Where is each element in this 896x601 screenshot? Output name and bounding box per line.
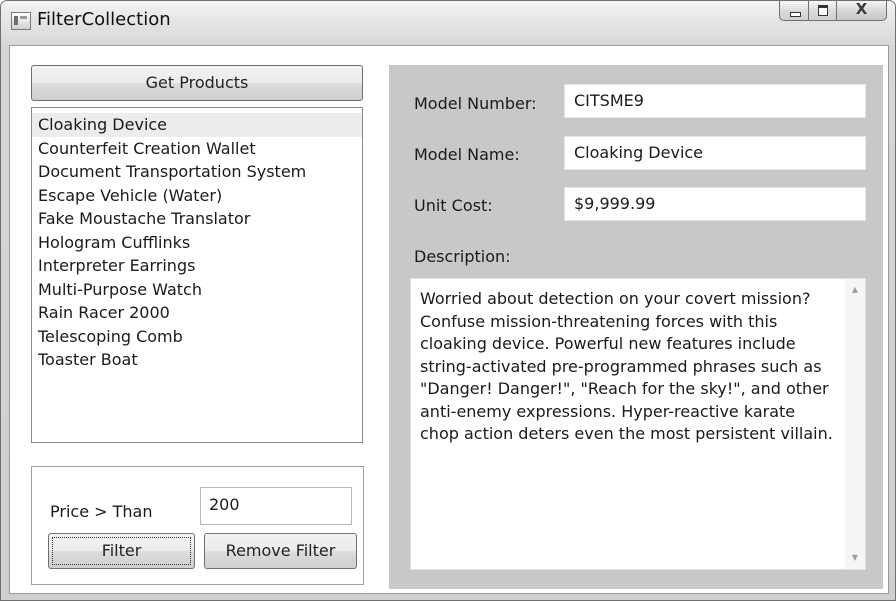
list-item[interactable]: Multi-Purpose Watch xyxy=(32,278,362,302)
description-field[interactable]: Worried about detection on your covert m… xyxy=(410,278,866,570)
list-item[interactable]: Interpreter Earrings xyxy=(32,254,362,278)
description-text: Worried about detection on your covert m… xyxy=(420,289,833,443)
price-input[interactable]: 200 xyxy=(200,487,352,525)
list-item[interactable]: Rain Racer 2000 xyxy=(32,301,362,325)
model-name-label: Model Name: xyxy=(414,145,520,164)
filter-panel: Price > Than 200 Filter Remove Filter xyxy=(31,466,364,585)
window-title: FilterCollection xyxy=(37,9,171,30)
list-item[interactable]: Hologram Cufflinks xyxy=(32,231,362,255)
minimize-button[interactable] xyxy=(779,1,809,21)
unit-cost-field[interactable]: $9,999.99 xyxy=(564,187,866,221)
title-bar[interactable]: FilterCollection X xyxy=(1,1,895,45)
model-name-field[interactable]: Cloaking Device xyxy=(564,136,866,170)
app-icon[interactable] xyxy=(11,12,31,30)
close-button[interactable]: X xyxy=(837,1,887,21)
model-number-field[interactable]: CITSME9 xyxy=(564,84,866,118)
list-item[interactable]: Toaster Boat xyxy=(32,348,362,372)
close-icon: X xyxy=(855,0,868,18)
app-window: FilterCollection X Get Products Cloaking… xyxy=(0,0,896,601)
list-item[interactable]: Counterfeit Creation Wallet xyxy=(32,137,362,161)
left-panel: Get Products Cloaking Device Counterfeit … xyxy=(10,46,386,593)
list-item[interactable]: Telescoping Comb xyxy=(32,325,362,349)
list-item[interactable]: Cloaking Device xyxy=(32,113,362,137)
details-panel: Model Number: CITSME9 Model Name: Cloaki… xyxy=(389,65,883,589)
caption-buttons: X xyxy=(779,1,887,23)
list-item[interactable]: Fake Moustache Translator xyxy=(32,207,362,231)
model-number-label: Model Number: xyxy=(414,94,537,113)
list-item[interactable]: Escape Vehicle (Water) xyxy=(32,184,362,208)
maximize-button[interactable] xyxy=(809,1,837,21)
minimize-icon xyxy=(790,12,801,17)
price-label: Price > Than xyxy=(50,502,153,521)
get-products-button[interactable]: Get Products xyxy=(31,65,363,101)
client-area: Get Products Cloaking Device Counterfeit … xyxy=(9,45,889,594)
maximize-icon xyxy=(818,5,828,16)
remove-filter-button[interactable]: Remove Filter xyxy=(204,533,357,569)
focus-rectangle xyxy=(52,537,191,565)
scroll-up-icon[interactable]: ▲ xyxy=(845,281,865,299)
list-item[interactable]: Document Transportation System xyxy=(32,160,362,184)
description-scrollbar[interactable]: ▲ ▼ xyxy=(845,279,865,569)
product-list[interactable]: Cloaking Device Counterfeit Creation Wall… xyxy=(31,107,363,443)
unit-cost-label: Unit Cost: xyxy=(414,196,493,215)
description-label: Description: xyxy=(414,247,511,266)
filter-button[interactable]: Filter xyxy=(48,533,195,569)
scroll-down-icon[interactable]: ▼ xyxy=(845,549,865,567)
